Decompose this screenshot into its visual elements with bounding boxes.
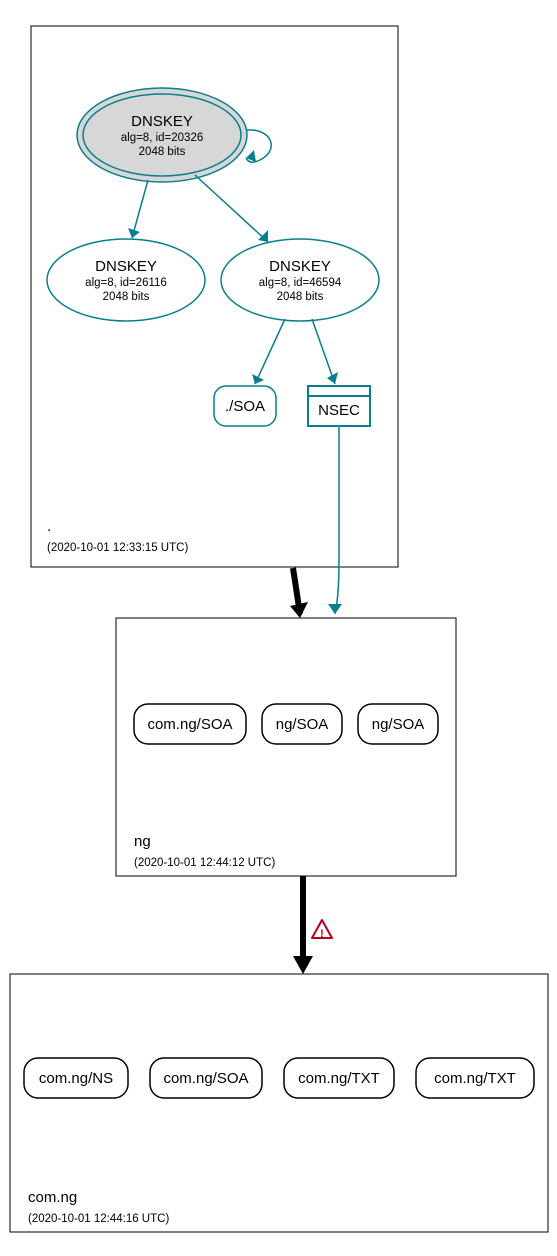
dnskey-zsk-right: DNSKEY alg=8, id=46594 2048 bits: [221, 239, 379, 321]
node-ng-comngsoa: com.ng/SOA: [134, 704, 246, 744]
node-comng-soa: com.ng/SOA: [150, 1058, 262, 1098]
svg-text:ng/SOA: ng/SOA: [276, 716, 329, 733]
zone-comng-label: com.ng: [28, 1189, 77, 1206]
svg-text:com.ng/SOA: com.ng/SOA: [147, 716, 232, 733]
svg-text:DNSKEY: DNSKEY: [95, 258, 157, 275]
svg-text:2048 bits: 2048 bits: [103, 291, 150, 303]
svg-text:DNSKEY: DNSKEY: [131, 113, 193, 130]
zone-com-ng: com.ng (2020-10-01 12:44:16 UTC): [10, 974, 548, 1232]
svg-text:com.ng/TXT: com.ng/TXT: [298, 1070, 380, 1087]
zone-comng-timestamp: (2020-10-01 12:44:16 UTC): [28, 1213, 169, 1225]
zone-ng: ng (2020-10-01 12:44:12 UTC): [116, 618, 456, 876]
node-comng-txt-1: com.ng/TXT: [284, 1058, 394, 1098]
zone-root-label: .: [47, 518, 51, 535]
svg-text:com.ng/NS: com.ng/NS: [39, 1070, 113, 1087]
dnskey-zsk-left: DNSKEY alg=8, id=26116 2048 bits: [47, 239, 205, 321]
dnskey-ksk: DNSKEY alg=8, id=20326 2048 bits: [77, 88, 247, 182]
node-comng-ns: com.ng/NS: [24, 1058, 128, 1098]
dnssec-diagram: . (2020-10-01 12:33:15 UTC) DNSKEY alg=8…: [0, 0, 557, 1256]
node-ng-ngsoa-1: ng/SOA: [262, 704, 342, 744]
edge-ksk-zsk1: [132, 180, 148, 238]
svg-text:2048 bits: 2048 bits: [277, 291, 324, 303]
zone-ng-label: ng: [134, 833, 151, 850]
svg-text:DNSKEY: DNSKEY: [269, 258, 331, 275]
node-nsec: NSEC: [308, 386, 370, 426]
node-comng-txt-2: com.ng/TXT: [416, 1058, 534, 1098]
svg-text:com.ng/SOA: com.ng/SOA: [163, 1070, 248, 1087]
edge-ksk-zsk2: [195, 175, 268, 242]
edge-zsk2-nsec: [312, 319, 335, 384]
edge-nsec-ng: [335, 426, 339, 614]
zone-ng-timestamp: (2020-10-01 12:44:12 UTC): [134, 857, 275, 869]
svg-text:./SOA: ./SOA: [225, 398, 265, 415]
svg-text:!: !: [320, 928, 324, 940]
edge-zsk2-soa: [255, 319, 285, 384]
svg-text:2048 bits: 2048 bits: [139, 146, 186, 158]
svg-text:alg=8, id=26116: alg=8, id=26116: [85, 277, 167, 289]
svg-text:com.ng/TXT: com.ng/TXT: [434, 1070, 516, 1087]
svg-text:alg=8, id=20326: alg=8, id=20326: [121, 132, 204, 144]
svg-text:ng/SOA: ng/SOA: [372, 716, 425, 733]
svg-text:NSEC: NSEC: [318, 402, 360, 419]
node-ng-ngsoa-2: ng/SOA: [358, 704, 438, 744]
zone-root-timestamp: (2020-10-01 12:33:15 UTC): [47, 542, 188, 554]
node-root-soa: ./SOA: [214, 386, 276, 426]
svg-text:alg=8, id=46594: alg=8, id=46594: [259, 277, 342, 289]
warning-icon: !: [312, 920, 332, 940]
